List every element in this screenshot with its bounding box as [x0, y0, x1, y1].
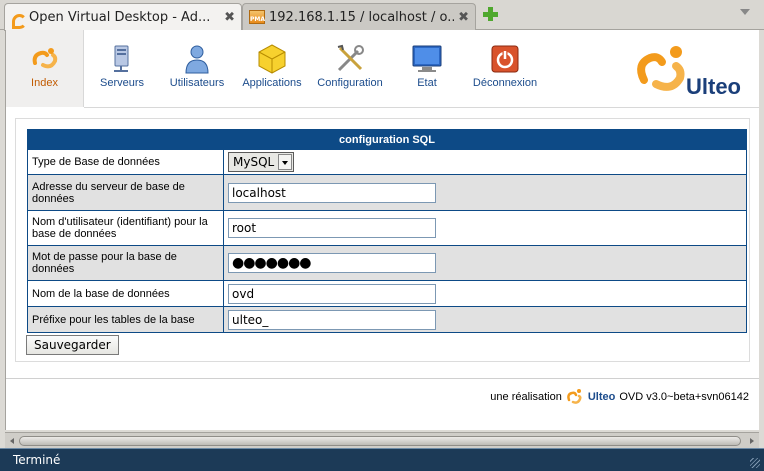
- db-password-input[interactable]: [228, 253, 436, 273]
- menu-label: Applications: [242, 77, 302, 89]
- table-title: configuration SQL: [27, 129, 747, 150]
- db-prefix-label: Préfixe pour les tables de la base: [27, 306, 224, 333]
- db-host-input[interactable]: [228, 182, 436, 203]
- logo-text: Ulteo: [686, 74, 741, 99]
- db-user-input[interactable]: [228, 218, 436, 238]
- ulteo-index-icon: [32, 48, 57, 69]
- db-name-label: Nom de la base de données: [27, 280, 224, 307]
- db-prefix-input[interactable]: [228, 309, 436, 330]
- db-type-label: Type de Base de données: [27, 149, 224, 175]
- phpmyadmin-icon: PMA: [249, 10, 265, 24]
- menu-label: Etat: [417, 77, 437, 89]
- tools-icon: [337, 44, 364, 72]
- scroll-right-arrow-icon[interactable]: [750, 438, 754, 444]
- table-row: Adresse du serveur de base de données: [27, 174, 747, 211]
- table-row: Mot de passe pour la base de données: [27, 245, 747, 281]
- power-icon: [491, 45, 519, 73]
- menu-label: Serveurs: [99, 77, 145, 89]
- tab-title: 192.168.1.15 / localhost / o...: [269, 9, 455, 25]
- chevron-down-icon: [278, 154, 293, 170]
- ulteo-small-logo-icon: [567, 389, 582, 404]
- server-icon: [114, 45, 129, 72]
- table-row: Préfixe pour les tables de la base: [27, 306, 747, 333]
- ulteo-icon: [11, 11, 27, 29]
- menu-item-configuration[interactable]: Configuration: [312, 30, 388, 107]
- footer-brand[interactable]: Ulteo: [588, 391, 616, 403]
- table-row: Type de Base de données MySQL: [27, 149, 747, 175]
- menu-label: Index: [31, 77, 58, 89]
- db-type-value: MySQL: [233, 155, 275, 169]
- new-tab-plus-icon[interactable]: [482, 6, 498, 22]
- db-host-cell: [223, 174, 747, 211]
- resize-grip-icon[interactable]: [750, 458, 760, 468]
- tab-list-chevron-down-icon[interactable]: [740, 9, 750, 15]
- db-type-select[interactable]: MySQL: [228, 152, 295, 172]
- db-name-input[interactable]: [228, 283, 436, 304]
- footer: une réalisation Ulteo OVD v3.0~beta+svn0…: [490, 388, 749, 406]
- menu-label: Déconnexion: [472, 77, 538, 89]
- browser-tab-bar: Open Virtual Desktop - Ad... ✖ PMA 192.1…: [0, 0, 764, 31]
- status-bar: Terminé: [0, 448, 764, 471]
- save-button[interactable]: Sauvegarder: [26, 335, 119, 355]
- cube-icon: [258, 44, 286, 74]
- close-tab-icon[interactable]: ✖: [458, 10, 469, 25]
- monitor-icon: [412, 45, 442, 72]
- footer-version: OVD v3.0~beta+svn06142: [619, 391, 749, 403]
- db-host-label: Adresse du serveur de base de données: [27, 174, 224, 211]
- table-row: Nom de la base de données: [27, 280, 747, 307]
- close-tab-icon[interactable]: ✖: [224, 10, 235, 25]
- menu-item-deconnexion[interactable]: Déconnexion: [468, 30, 542, 107]
- db-user-label: Nom d'utilisateur (identifiant) pour la …: [27, 210, 224, 246]
- horizontal-scrollbar[interactable]: [5, 432, 759, 448]
- menu-item-etat[interactable]: Etat: [398, 30, 456, 107]
- tab-title: Open Virtual Desktop - Ad...: [29, 10, 211, 25]
- db-type-cell: MySQL: [223, 149, 747, 175]
- main-content: configuration SQL Type de Base de donnée…: [15, 118, 750, 362]
- tab-phpmyadmin[interactable]: PMA 192.168.1.15 / localhost / o... ✖: [242, 3, 476, 30]
- page-viewport: Index Serveurs Utilisateurs Applications…: [5, 30, 759, 430]
- db-password-label: Mot de passe pour la base de données: [27, 245, 224, 281]
- db-user-cell: [223, 210, 747, 246]
- scrollbar-thumb[interactable]: [19, 436, 741, 446]
- menu-label: Configuration: [317, 77, 383, 89]
- db-prefix-cell: [223, 306, 747, 333]
- db-password-cell: [223, 245, 747, 281]
- menu-item-index[interactable]: Index: [6, 30, 84, 107]
- user-icon: [185, 45, 209, 74]
- menu-item-utilisateurs[interactable]: Utilisateurs: [164, 30, 230, 107]
- scroll-left-arrow-icon[interactable]: [10, 438, 14, 444]
- menu-item-applications[interactable]: Applications: [240, 30, 304, 107]
- db-name-cell: [223, 280, 747, 307]
- ulteo-logo: Ulteo: [626, 36, 751, 102]
- admin-header: Index Serveurs Utilisateurs Applications…: [6, 30, 759, 108]
- menu-item-serveurs[interactable]: Serveurs: [88, 30, 156, 107]
- tab-open-virtual-desktop[interactable]: Open Virtual Desktop - Ad... ✖: [4, 3, 242, 31]
- status-text: Terminé: [13, 453, 61, 467]
- ulteo-logo-icon: [637, 46, 685, 91]
- table-row: Nom d'utilisateur (identifiant) pour la …: [27, 210, 747, 246]
- menu-label: Utilisateurs: [169, 77, 225, 89]
- sql-config-table: configuration SQL Type de Base de donnée…: [27, 129, 747, 333]
- footer-divider: [6, 378, 759, 379]
- header-divider: [84, 107, 759, 108]
- footer-prefix: une réalisation: [490, 391, 562, 403]
